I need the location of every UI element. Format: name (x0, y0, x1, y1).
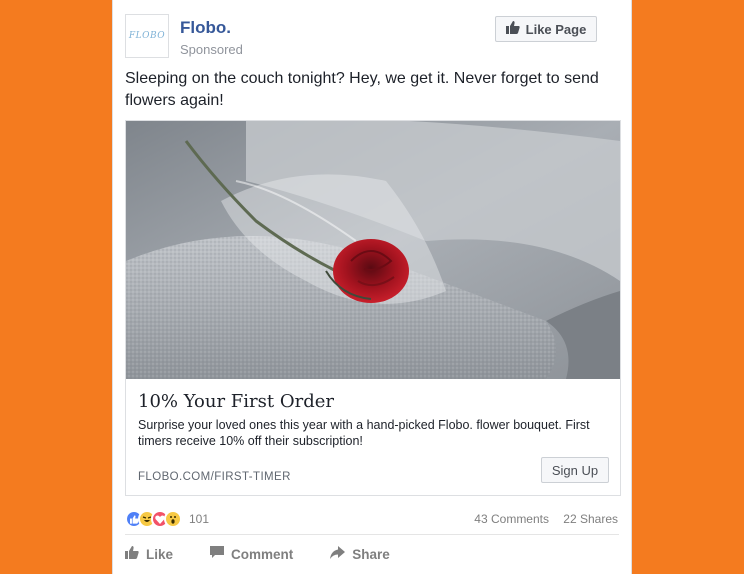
sponsored-label[interactable]: Sponsored (180, 42, 243, 57)
wow-reaction-icon (164, 510, 182, 528)
share-action-label: Share (352, 546, 390, 562)
page-name-link[interactable]: Flobo. (180, 18, 231, 38)
like-page-label: Like Page (525, 21, 587, 37)
reactions-summary[interactable]: 101 (125, 510, 209, 528)
ad-description: Surprise your loved ones this year with … (138, 418, 590, 448)
share-action-button[interactable]: Share (330, 540, 390, 568)
engagement-stats: 101 43 Comments 22 Shares (125, 508, 619, 530)
logo-text: FLOBO (128, 31, 166, 41)
ad-link-preview[interactable]: 10% Your First Order Surprise your loved… (125, 120, 621, 496)
comment-action-label: Comment (231, 546, 294, 562)
reaction-count: 101 (189, 512, 210, 526)
like-page-button[interactable]: Like Page (495, 16, 597, 42)
ad-post-card: FLOBO Flobo. Sponsored Like Page Sleepin… (112, 0, 632, 574)
shares-count-link[interactable]: 22 Shares (563, 512, 618, 526)
sign-up-button[interactable]: Sign Up (541, 457, 609, 483)
thumbs-up-icon (125, 546, 139, 562)
page-logo[interactable]: FLOBO (125, 14, 169, 58)
ad-display-url[interactable]: FLOBO.COM/FIRST-TIMER (138, 471, 291, 483)
comment-icon (210, 546, 225, 562)
like-action-label: Like (146, 546, 174, 562)
post-actions: Like Comment Share (125, 540, 619, 568)
comment-action-button[interactable]: Comment (210, 540, 293, 568)
post-header: FLOBO Flobo. Sponsored Like Page (125, 14, 619, 64)
ad-headline[interactable]: 10% Your First Order (138, 391, 334, 412)
thumbs-up-icon (505, 21, 520, 37)
share-arrow-icon (330, 546, 346, 562)
rose-on-couch-image[interactable] (126, 121, 620, 379)
like-action-button[interactable]: Like (125, 540, 173, 568)
comments-count-link[interactable]: 43 Comments (474, 512, 549, 526)
post-message: Sleeping on the couch tonight? Hey, we g… (125, 70, 599, 109)
actions-divider (125, 534, 619, 535)
